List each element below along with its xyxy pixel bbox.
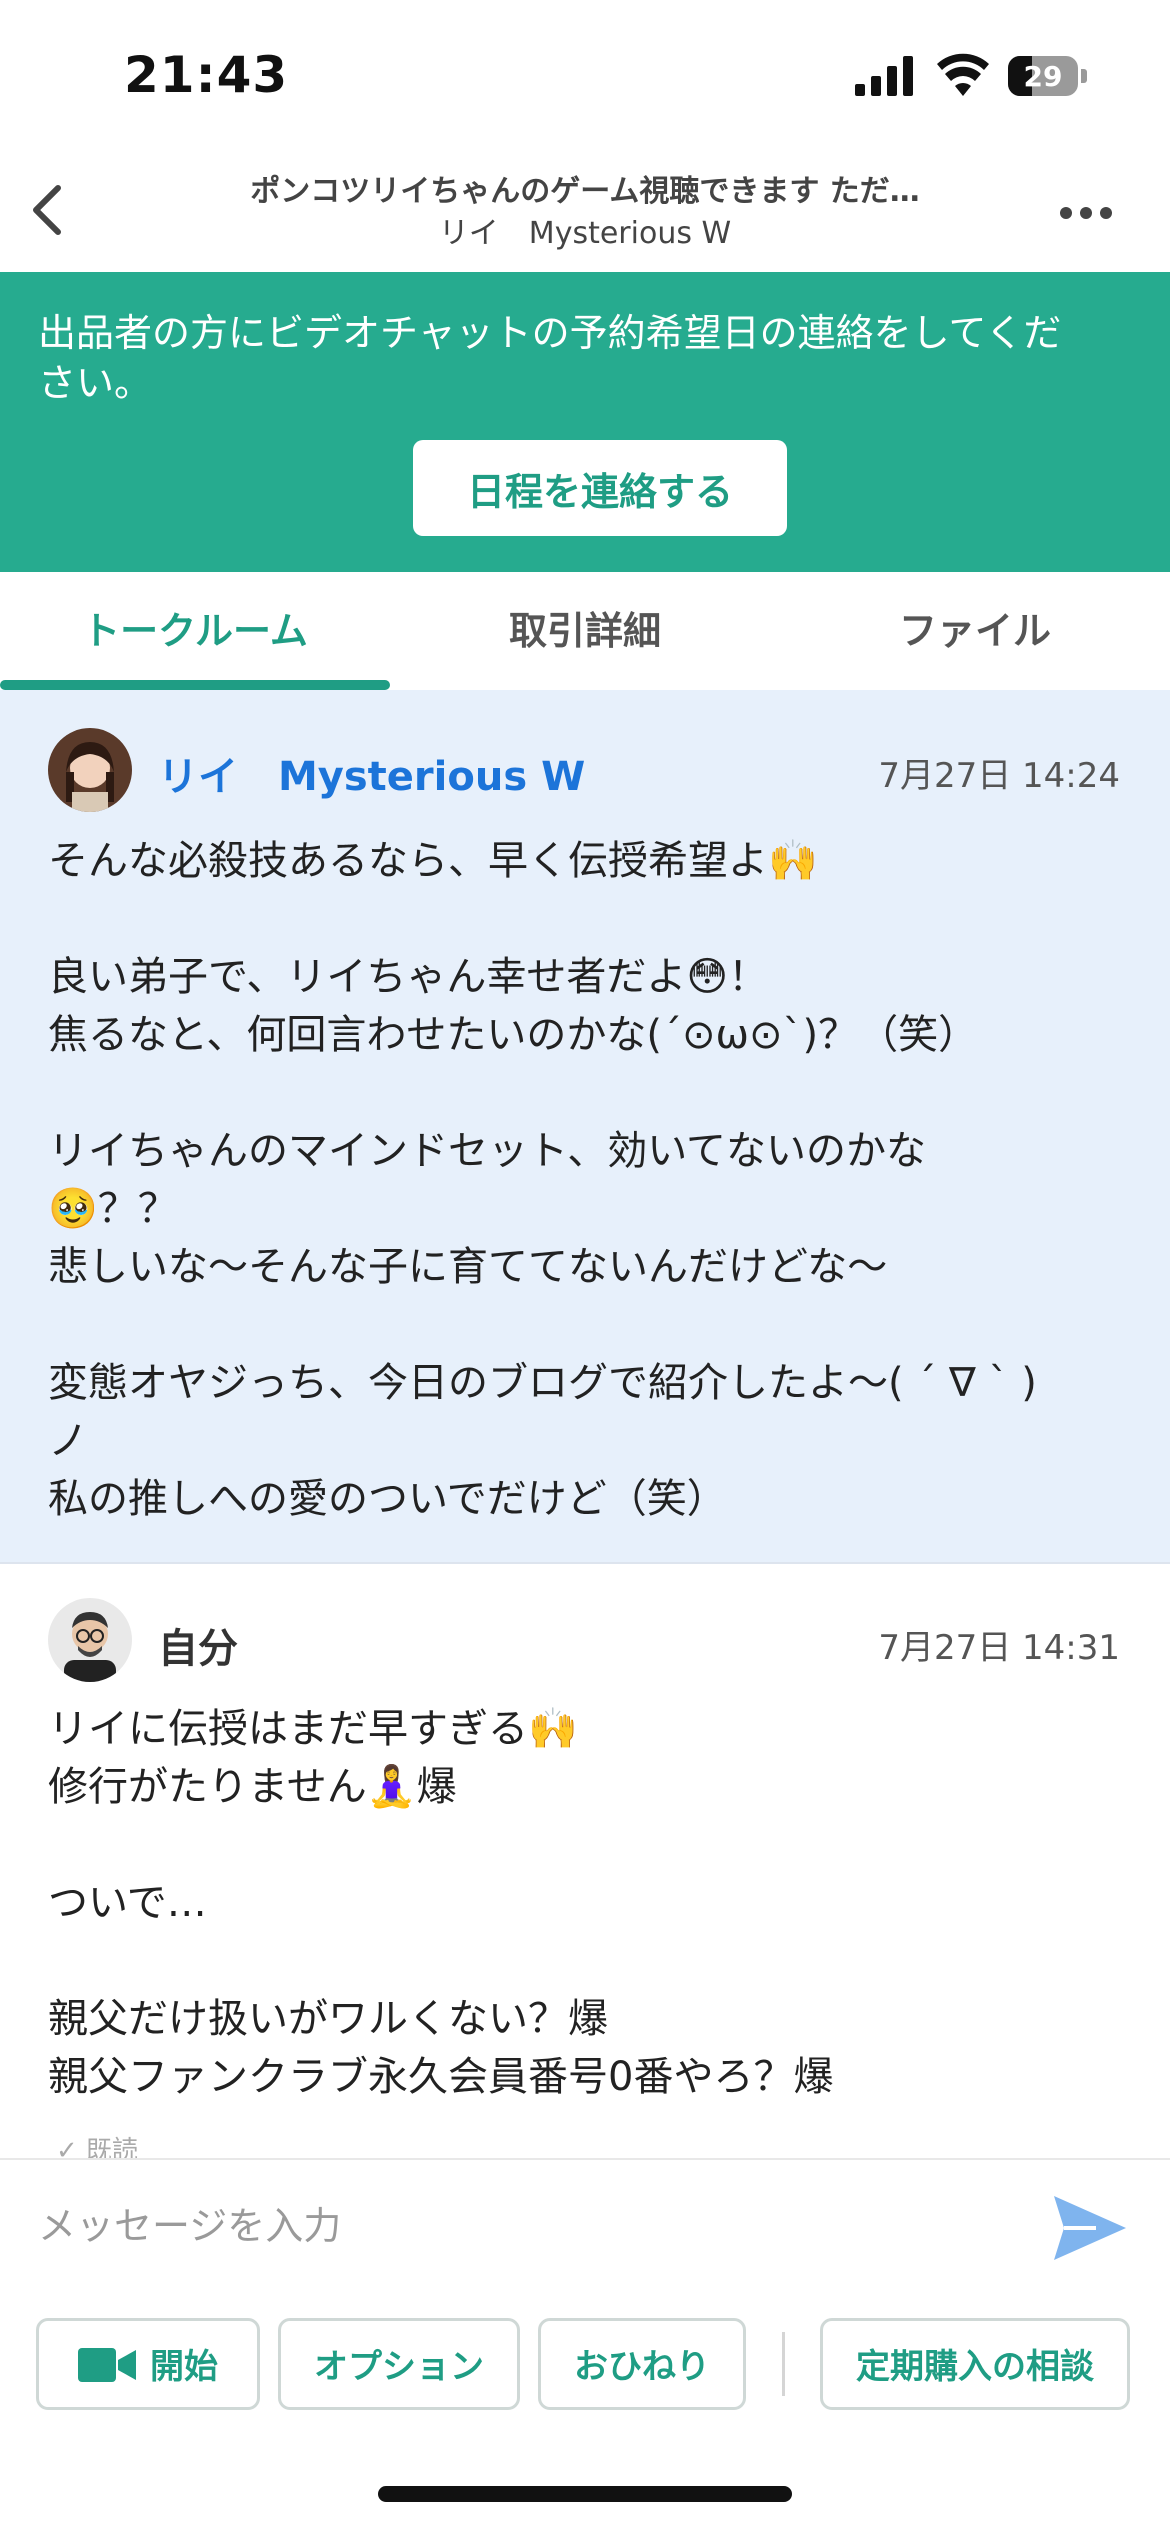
- message-item: リイ Mysterious W 7月27日 14:24 そんな必殺技あるなら、早…: [0, 690, 1170, 1564]
- seller-name: リイ Mysterious W: [438, 216, 732, 251]
- home-indicator: [378, 2486, 792, 2502]
- start-video-button[interactable]: 開始: [36, 2318, 260, 2410]
- message-timestamp: 7月27日 14:24: [878, 756, 1120, 796]
- active-tab-indicator: [0, 680, 390, 690]
- message-body: リイに伝授はまだ早すぎる🙌 修行がたりません🧘‍♀️爆 ついで… 親父だけ扱いが…: [48, 1706, 834, 2100]
- action-buttons: 開始 オプション おひねり 定期購入の相談: [0, 2318, 1170, 2418]
- more-options-icon[interactable]: [1056, 198, 1116, 228]
- service-title: ポンコツリイちゃんのゲーム視聴できます ただ…: [250, 174, 920, 209]
- banner-message: 出品者の方にビデオチャットの予約希望日の連絡をしてください。: [38, 311, 1062, 405]
- option-button[interactable]: オプション: [278, 2318, 520, 2410]
- video-camera-icon: [78, 2347, 136, 2382]
- send-icon[interactable]: [1050, 2190, 1130, 2266]
- signal-icon: [855, 56, 913, 96]
- sender-name[interactable]: リイ Mysterious W: [158, 744, 585, 802]
- divider: [782, 2332, 785, 2396]
- clock: 21:43: [124, 46, 289, 104]
- start-label: 開始: [150, 2347, 218, 2387]
- message-body: そんな必殺技あるなら、早く伝授希望よ🙌 良い弟子で、リイちゃん幸せ者だよ😳！ 焦…: [48, 838, 1037, 1522]
- tab-talk-room[interactable]: トークルーム: [0, 572, 390, 690]
- sender-name: 自分: [158, 1626, 238, 1672]
- tab-files[interactable]: ファイル: [780, 572, 1170, 690]
- back-arrow-icon[interactable]: [20, 170, 80, 250]
- message-input[interactable]: [36, 2190, 1020, 2262]
- avatar[interactable]: [48, 728, 132, 812]
- message-item: 自分 7月27日 14:31 リイに伝授はまだ早すぎる🙌 修行がたりません🧘‍♀…: [0, 1564, 1170, 2160]
- schedule-contact-button[interactable]: 日程を連絡する: [413, 440, 787, 536]
- tab-bar: トークルーム 取引詳細 ファイル: [0, 572, 1170, 691]
- message-timestamp: 7月27日 14:31: [878, 1628, 1120, 1668]
- battery-level: 29: [1023, 60, 1063, 93]
- chat-header: ポンコツリイちゃんのゲーム視聴できます ただ… リイ Mysterious W: [0, 150, 1170, 272]
- avatar[interactable]: [48, 1598, 132, 1682]
- tip-button[interactable]: おひねり: [538, 2318, 746, 2410]
- read-status: ✓ 既読: [56, 2136, 139, 2158]
- video-chat-banner: 出品者の方にビデオチャットの予約希望日の連絡をしてください。 日程を連絡する: [0, 272, 1170, 572]
- battery-icon: 29: [1008, 56, 1088, 96]
- message-composer: 開始 オプション おひねり 定期購入の相談: [0, 2158, 1170, 2534]
- wifi-icon: [937, 53, 989, 96]
- subscription-consult-button[interactable]: 定期購入の相談: [820, 2318, 1130, 2410]
- status-bar: 21:43 29: [0, 0, 1170, 150]
- tab-transaction-details[interactable]: 取引詳細: [390, 572, 780, 690]
